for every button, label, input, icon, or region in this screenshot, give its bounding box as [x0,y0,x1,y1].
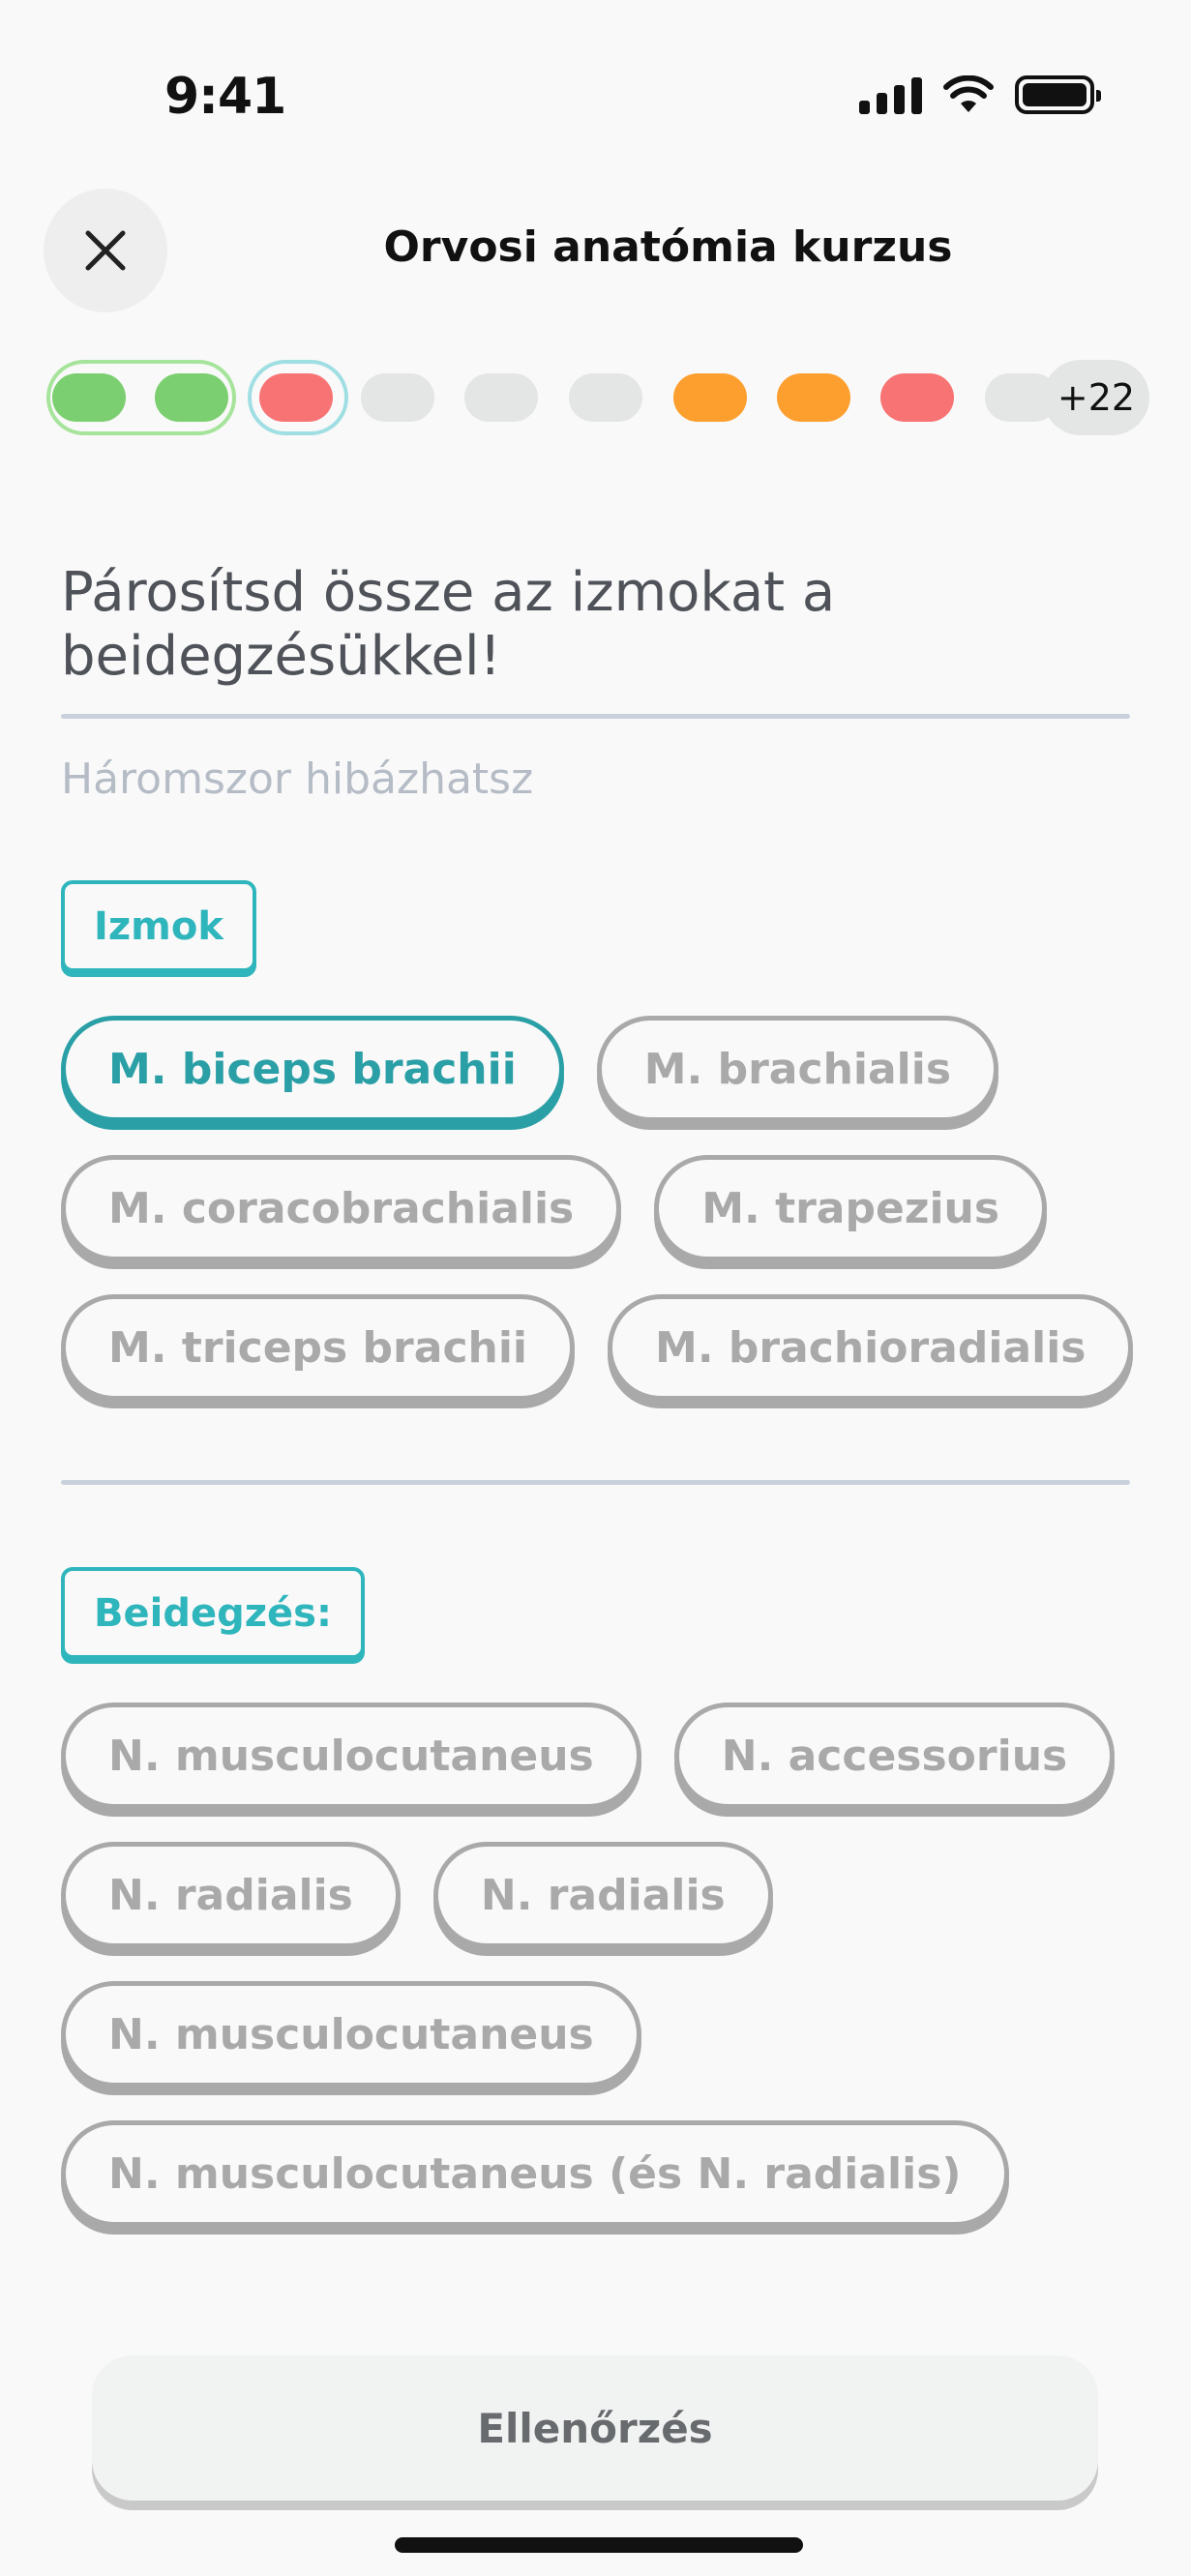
nerve-chip[interactable]: N. radialis [432,1842,773,1948]
nerve-chip[interactable]: N. musculocutaneus [61,1981,641,2087]
wifi-icon [943,75,994,112]
progress-segment-partial[interactable] [673,373,747,422]
progress-segment-wrong[interactable] [259,373,333,422]
check-button[interactable]: Ellenőrzés [92,2355,1098,2501]
home-indicator [395,2537,803,2553]
nerve-chip[interactable]: N. musculocutaneus [61,1703,641,1809]
nerve-chip[interactable]: N. musculocutaneus (és N. radialis) [61,2120,1009,2227]
muscle-chip[interactable]: M. biceps brachii [61,1016,564,1122]
status-time: 9:41 [164,68,286,126]
divider [61,714,1130,719]
progress-segment-pending[interactable] [361,373,434,422]
mistakes-hint: Háromszor hibázhatsz [61,755,534,804]
cellular-signal-icon [859,75,922,114]
divider [61,1480,1130,1485]
status-bar: 9:41 [0,0,1191,193]
progress-segment-correct[interactable] [155,373,228,422]
muscles-section-label: Izmok [61,880,256,972]
nerve-chip[interactable]: N. accessorius [673,1703,1116,1809]
muscle-chip[interactable]: M. brachialis [596,1016,999,1122]
progress-segment-partial[interactable] [777,373,850,422]
muscle-chip[interactable]: M. triceps brachii [61,1294,576,1401]
progress-segment-wrong[interactable] [880,373,954,422]
muscle-chip[interactable]: M. coracobrachialis [61,1155,622,1261]
progress-segment-correct[interactable] [52,373,126,422]
status-icons [859,75,1101,114]
battery-icon [1015,75,1101,114]
more-questions-badge[interactable]: +22 [1043,360,1149,435]
question-prompt: Párosítsd össze az izmokat a beidegzésük… [61,561,836,688]
course-title: Orvosi anatómia kurzus [383,222,953,272]
muscle-chip[interactable]: M. trapezius [654,1155,1048,1261]
muscle-chip[interactable]: M. brachioradialis [608,1294,1134,1401]
question-progress: +22 [46,360,1149,435]
nerve-chip-list: N. musculocutaneus N. accessorius N. radia… [61,1703,1135,2227]
progress-segment-pending[interactable] [569,373,642,422]
nerve-chip[interactable]: N. radialis [61,1842,401,1948]
innervation-section-label: Beidegzés: [61,1567,365,1659]
progress-segment-pending[interactable] [464,373,538,422]
muscle-chip-list: M. biceps brachii M. brachialis M. coracob… [61,1016,1135,1401]
